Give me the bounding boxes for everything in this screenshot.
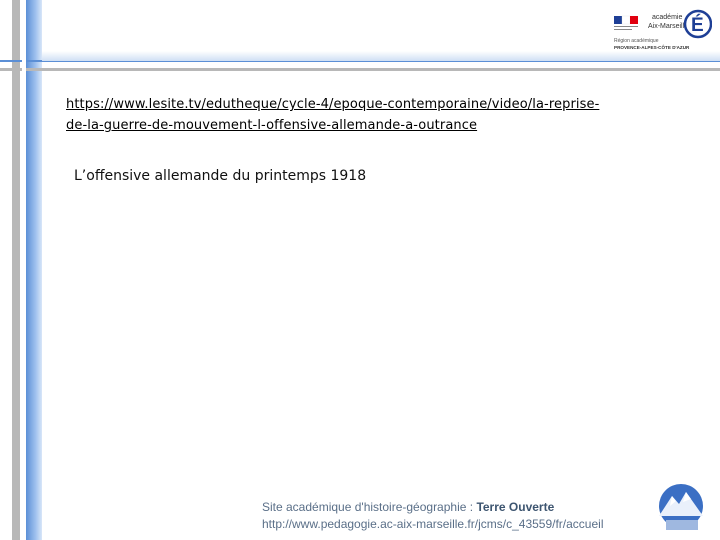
footer-url[interactable]: http://www.pedagogie.ac-aix-marseille.fr… [262, 516, 603, 533]
logo-letter: É [691, 14, 704, 36]
footer-prefix: Site académique d'histoire-géographie : [262, 500, 477, 514]
left-white-gap [22, 0, 26, 540]
video-link[interactable]: https://www.lesite.tv/edutheque/cycle-4/… [66, 94, 686, 136]
logo-line4: PROVENCE-ALPES-CÔTE D'AZUR [614, 43, 690, 50]
video-link-line2[interactable]: de-la-guerre-de-mouvement-l-offensive-al… [66, 115, 686, 136]
terre-ouverte-mountain-icon [659, 484, 703, 530]
logo-line1: académie [652, 14, 682, 21]
video-link-line1[interactable]: https://www.lesite.tv/edutheque/cycle-4/… [66, 94, 686, 115]
footer-brand: Terre Ouverte [476, 500, 555, 514]
marianne-flag-icon [614, 15, 638, 30]
footer-site-line: Site académique d'histoire-géographie : … [262, 499, 603, 516]
top-gray-line [0, 68, 720, 71]
logo-line2: Aix-Marseille [648, 23, 688, 30]
left-gray-bar [12, 0, 20, 540]
footer: Site académique d'histoire-géographie : … [262, 499, 603, 533]
academie-logo: académie Aix-Marseille É Région académiq… [614, 9, 712, 50]
slide-subtitle: L’offensive allemande du printemps 1918 [74, 168, 367, 184]
left-blue-bar [26, 0, 42, 540]
logo-line3: Région académique [614, 38, 659, 44]
